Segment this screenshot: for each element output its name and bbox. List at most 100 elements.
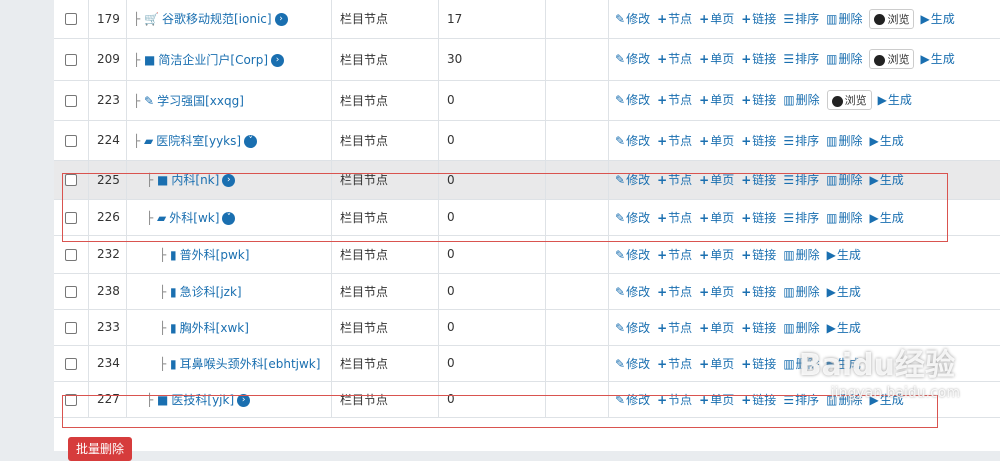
action-0-link[interactable]: ✎修改 [615,93,650,107]
action-2-link[interactable]: +单页 [699,285,734,299]
row-checkbox[interactable] [65,248,77,261]
action-3-link[interactable]: +链接 [741,93,776,107]
action-1-link[interactable]: +节点 [657,321,692,335]
action-0-link[interactable]: ✎修改 [615,134,650,148]
action-1-link[interactable]: +节点 [657,357,692,371]
generate-link[interactable]: ▶生成 [878,93,912,107]
generate-link[interactable]: ▶生成 [920,12,954,26]
action-3-link[interactable]: +链接 [741,285,776,299]
generate-link[interactable]: ▶生成 [827,285,861,299]
chevron-right-icon[interactable]: › [222,174,236,187]
action-2-link[interactable]: +单页 [699,173,734,187]
action-2-link[interactable]: +单页 [699,52,734,66]
category-name-link[interactable]: 谷歌移动规范[ionic] [162,12,272,26]
action-2-link[interactable]: +单页 [699,321,734,335]
action-2-link[interactable]: +单页 [699,93,734,107]
row-checkbox[interactable] [65,211,77,224]
category-name-link[interactable]: 耳鼻喉头颈外科[ebhtjwk] [180,357,321,371]
action-1-link[interactable]: +节点 [657,93,692,107]
batch-delete-button[interactable]: 批量删除 [68,437,132,461]
generate-link[interactable]: ▶生成 [827,248,861,262]
generate-link[interactable]: ▶生成 [869,134,903,148]
action-2-link[interactable]: +单页 [699,393,734,407]
category-name-link[interactable]: 简洁企业门户[Corp] [158,53,268,67]
action-5-link[interactable]: ▥删除 [826,134,862,148]
row-checkbox[interactable] [65,393,77,406]
category-name-link[interactable]: 学习强国[xxqg] [157,94,244,108]
action-3-link[interactable]: +链接 [741,12,776,26]
action-0-link[interactable]: ✎修改 [615,12,650,26]
chevron-right-icon[interactable]: › [271,53,285,67]
action-2-link[interactable]: +单页 [699,248,734,262]
action-3-link[interactable]: +链接 [741,211,776,225]
action-3-link[interactable]: +链接 [741,52,776,66]
generate-link[interactable]: ▶生成 [869,211,903,225]
action-4-link[interactable]: ☰排序 [783,134,819,148]
action-0-link[interactable]: ✎修改 [615,52,650,66]
action-0-link[interactable]: ✎修改 [615,173,650,187]
action-1-link[interactable]: +节点 [657,12,692,26]
generate-link[interactable]: ▶生成 [869,173,903,187]
action-0-link[interactable]: ✎修改 [615,321,650,335]
action-0-link[interactable]: ✎修改 [615,248,650,262]
action-1-link[interactable]: +节点 [657,393,692,407]
action-0-link[interactable]: ✎修改 [615,393,650,407]
action-3-link[interactable]: +链接 [741,357,776,371]
action-4-link[interactable]: ▥删除 [783,93,819,107]
chevron-down-icon[interactable]: ˅ [244,134,258,148]
action-3-link[interactable]: +链接 [741,134,776,148]
action-1-link[interactable]: +节点 [657,134,692,148]
action-1-link[interactable]: +节点 [657,248,692,262]
row-checkbox[interactable] [65,13,77,26]
action-4-link[interactable]: ▥删除 [783,285,819,299]
category-name-link[interactable]: 内科[nk] [171,173,219,187]
action-5-link[interactable]: ▥删除 [826,173,862,187]
browse-button[interactable]: 浏览 [869,8,915,29]
action-0-link[interactable]: ✎修改 [615,211,650,225]
row-checkbox[interactable] [65,134,77,147]
action-4-link[interactable]: ☰排序 [783,52,819,66]
row-checkbox[interactable] [65,285,77,298]
action-2-link[interactable]: +单页 [699,211,734,225]
generate-link[interactable]: ▶生成 [827,321,861,335]
action-3-link[interactable]: +链接 [741,248,776,262]
chevron-down-icon[interactable]: ˅ [222,211,236,225]
action-3-link[interactable]: +链接 [741,173,776,187]
action-5-link[interactable]: ▥删除 [826,52,862,66]
action-5-link[interactable]: ▥删除 [826,211,862,225]
action-0-link[interactable]: ✎修改 [615,285,650,299]
action-4-link[interactable]: ☰排序 [783,211,819,225]
row-checkbox[interactable] [65,357,77,370]
action-4-link[interactable]: ▥删除 [783,248,819,262]
action-4-link[interactable]: ☰排序 [783,393,819,407]
browse-button[interactable]: 浏览 [869,49,915,69]
action-2-link[interactable]: +单页 [699,12,734,26]
chevron-right-icon[interactable]: › [274,13,288,27]
category-name-link[interactable]: 外科[wk] [169,211,219,225]
action-2-link[interactable]: +单页 [699,134,734,148]
action-5-link[interactable]: ▥删除 [826,12,862,26]
row-checkbox[interactable] [65,53,77,66]
generate-link[interactable]: ▶生成 [920,52,954,66]
action-1-link[interactable]: +节点 [657,285,692,299]
category-name-link[interactable]: 胸外科[xwk] [180,321,249,335]
category-name-link[interactable]: 普外科[pwk] [180,248,250,262]
row-checkbox[interactable] [65,174,77,186]
category-name-link[interactable]: 医院科室[yyks] [156,134,241,148]
category-name-link[interactable]: 急诊科[jzk] [180,285,242,299]
action-4-link[interactable]: ☰排序 [783,12,819,26]
category-name-link[interactable]: 医技科[yjk] [171,393,234,407]
row-checkbox[interactable] [65,94,77,107]
action-1-link[interactable]: +节点 [657,211,692,225]
action-2-link[interactable]: +单页 [699,357,734,371]
action-1-link[interactable]: +节点 [657,173,692,187]
row-checkbox[interactable] [65,321,77,334]
action-1-link[interactable]: +节点 [657,52,692,66]
action-3-link[interactable]: +链接 [741,393,776,407]
action-4-link[interactable]: ☰排序 [783,173,819,187]
chevron-right-icon[interactable]: › [237,393,251,407]
action-4-link[interactable]: ▥删除 [783,321,819,335]
action-0-link[interactable]: ✎修改 [615,357,650,371]
browse-button[interactable]: 浏览 [826,90,872,110]
action-3-link[interactable]: +链接 [741,321,776,335]
